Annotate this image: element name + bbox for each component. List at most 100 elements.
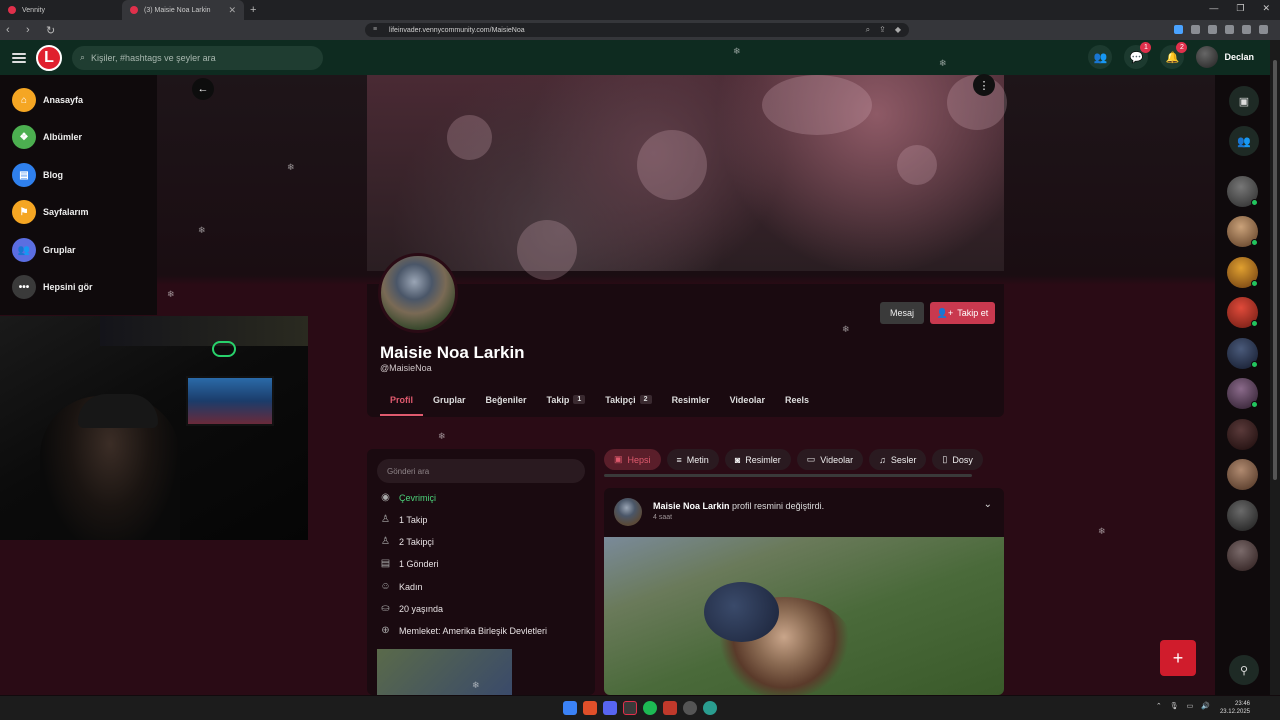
discord-icon[interactable] [603, 701, 617, 715]
browser-tab-profile[interactable]: (3) Maisie Noa Larkin ✕ [122, 0, 244, 20]
filter-all[interactable]: ▣ Hepsi [604, 449, 661, 470]
windows-start-icon[interactable] [563, 701, 577, 715]
filter-text[interactable]: ≡ Metin [666, 449, 719, 470]
page-scrollbar[interactable] [1270, 40, 1280, 695]
info-photo-thumbnail[interactable] [377, 649, 512, 695]
site-info-icon[interactable]: ≡ [373, 26, 377, 33]
filter-photos[interactable]: ◙ Resimler [724, 449, 791, 470]
post-author-avatar[interactable] [614, 498, 642, 526]
network-icon[interactable]: ▭ [1187, 702, 1194, 710]
info-followers[interactable]: ♙ 2 Takipçi [380, 536, 434, 547]
message-button[interactable]: Mesaj [880, 302, 924, 324]
snowflake-icon: ❄ [842, 324, 850, 334]
sidebar-item-groups[interactable]: 👥 Gruplar [12, 238, 76, 262]
tab-groups[interactable]: Gruplar [423, 388, 476, 416]
friend-avatar[interactable] [1227, 216, 1258, 247]
friend-avatar[interactable] [1227, 176, 1258, 207]
messages-icon[interactable]: 💬 1 [1124, 42, 1152, 69]
extension-icon[interactable] [1174, 25, 1183, 34]
app-icon[interactable] [663, 701, 677, 715]
online-indicator [1251, 239, 1258, 246]
url-bar[interactable]: ≡ lifeinvader.vennycommunity.com/MaisieN… [365, 23, 909, 37]
filter-sounds[interactable]: ♫ Sesler [869, 449, 927, 470]
reload-icon[interactable]: ↻ [46, 24, 60, 37]
sidebar-item-see-all[interactable]: ••• Hepsini gör [12, 275, 93, 299]
translate-icon[interactable]: ⌕ [866, 25, 870, 35]
user-menu[interactable]: Declan [1196, 46, 1254, 68]
friend-avatar[interactable] [1227, 257, 1258, 288]
spotify-icon[interactable] [643, 701, 657, 715]
user-name: Declan [1224, 52, 1254, 62]
clock[interactable]: 23:46 23.12.2025 [1220, 700, 1250, 716]
notifications-icon[interactable]: 🔔 2 [1160, 42, 1188, 69]
tab-following[interactable]: Takip 1 [537, 388, 596, 416]
mic-icon[interactable]: 🎙 [1170, 702, 1179, 710]
webcam-overlay [0, 316, 308, 540]
webcam-gamepad-neon [212, 341, 236, 357]
info-following[interactable]: ♙ 1 Takip [380, 514, 427, 525]
post-author[interactable]: Maisie Noa Larkin [653, 501, 730, 511]
brave-icon[interactable] [583, 701, 597, 715]
lifeinvader-logo[interactable]: L [36, 44, 62, 71]
filter-scrollbar[interactable] [604, 474, 972, 477]
friend-avatar[interactable] [1227, 419, 1258, 450]
create-post-button[interactable]: + [1160, 640, 1196, 676]
tab-close-icon[interactable]: ✕ [228, 5, 236, 16]
info-age: ⛀ 20 yaşında [380, 603, 443, 614]
back-icon[interactable]: ‹ [6, 24, 20, 36]
obs-icon[interactable] [623, 701, 637, 715]
tab-photos[interactable]: Resimler [662, 388, 720, 416]
friend-avatar[interactable] [1227, 378, 1258, 409]
cover-options-icon[interactable]: ⋮ [973, 74, 995, 96]
chevron-up-icon[interactable]: ⌃ [1156, 702, 1162, 710]
browser-tab-vennity[interactable]: Vennity [0, 0, 122, 20]
forward-icon[interactable]: › [26, 24, 40, 36]
friend-avatar[interactable] [1227, 459, 1258, 490]
globe-icon: ⊕ [381, 625, 390, 636]
chevron-down-icon[interactable]: ⌄ [984, 499, 992, 510]
filter-videos[interactable]: ▭ Videolar [796, 449, 864, 470]
post-image[interactable] [604, 537, 1004, 695]
sidebar-item-albums[interactable]: ❖ Albümler [12, 125, 82, 149]
brave-shield-icon[interactable]: ◆ [895, 25, 901, 35]
filter-files[interactable]: ▯ Dosy [932, 449, 983, 470]
volume-icon[interactable]: 🔊 [1201, 702, 1210, 710]
sidebar-item-blog[interactable]: ▤ Blog [12, 163, 63, 187]
sidebar-item-home[interactable]: ⌂ Anasayfa [12, 88, 83, 112]
friend-avatar[interactable] [1227, 500, 1258, 531]
tab-followers[interactable]: Takipçi 2 [595, 388, 661, 416]
chat-icon[interactable]: ▣ [1229, 86, 1259, 116]
tab-videos[interactable]: Videolar [720, 388, 775, 416]
friend-avatar[interactable] [1227, 540, 1258, 571]
app-icon[interactable] [683, 701, 697, 715]
follow-button[interactable]: 👤+ Takip et [930, 302, 995, 324]
download-icon[interactable] [1225, 25, 1234, 34]
new-tab-icon[interactable]: + [250, 4, 256, 16]
post-search-input[interactable]: Gönderi ara [377, 459, 585, 483]
sidebar-item-label: Hepsini gör [43, 282, 93, 292]
profile-avatar[interactable] [378, 253, 458, 333]
friend-requests-icon[interactable]: 👥 [1088, 45, 1113, 69]
webcam-monitor [186, 376, 274, 426]
tab-reels[interactable]: Reels [775, 388, 819, 416]
add-friend-icon[interactable]: 👥 [1229, 126, 1259, 156]
sidebar-item-pages[interactable]: ⚑ Sayfalarım [12, 200, 89, 224]
app-icon[interactable] [703, 701, 717, 715]
extension-icon[interactable] [1208, 25, 1217, 34]
friend-avatar[interactable] [1227, 338, 1258, 369]
extension-icon[interactable] [1191, 25, 1200, 34]
menu-icon[interactable] [1259, 25, 1268, 34]
maximize-icon[interactable]: ❐ [1236, 3, 1244, 14]
media-icon[interactable] [1242, 25, 1251, 34]
scrollbar-thumb[interactable] [1273, 60, 1277, 480]
minimize-icon[interactable]: — [1209, 3, 1218, 14]
friend-avatar[interactable] [1227, 297, 1258, 328]
back-arrow-icon[interactable]: ← [192, 78, 214, 100]
close-window-icon[interactable]: ✕ [1262, 3, 1270, 14]
hamburger-menu-icon[interactable] [12, 52, 26, 63]
search-input[interactable]: ⌕ Kişiler, #hashtags ve şeyler ara [72, 45, 323, 70]
tab-profile[interactable]: Profil [380, 388, 424, 416]
tab-likes[interactable]: Beğeniler [476, 388, 537, 416]
share-icon[interactable]: ⇪ [879, 25, 886, 35]
find-user-icon[interactable]: ⚲ [1229, 655, 1259, 685]
